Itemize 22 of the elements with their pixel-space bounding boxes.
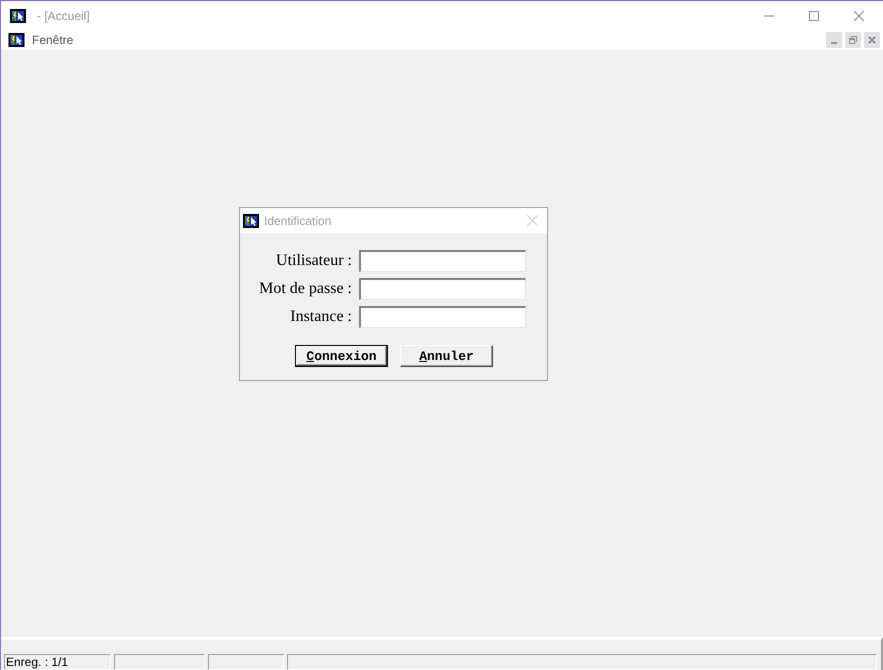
child-restore-button[interactable] [845,32,861,48]
input-field[interactable] [359,306,526,328]
close-icon [868,36,876,44]
dialog-button[interactable]: Connexion [295,345,388,367]
app-icon [243,212,259,228]
app-icon [10,8,26,24]
restore-icon [849,36,857,44]
status-pane: Enreg. : 1/1 [4,654,111,670]
close-icon[interactable] [527,215,538,226]
maximize-icon [808,10,818,20]
menu-item[interactable]: Fenêtre [32,33,74,47]
child-minimize-button[interactable] [826,32,842,48]
field-label: Mot de passe : [258,279,352,299]
child-close-button[interactable] [864,32,880,48]
window-title: - [Accueil] [37,8,90,22]
dialog-button[interactable]: Annuler [400,345,493,367]
dialog-title: Identification [264,214,332,228]
close-icon [854,10,864,20]
input-field[interactable] [359,250,526,272]
field-label: Instance : [289,307,352,327]
field-label: Utilisateur : [275,251,352,271]
input-field[interactable] [359,278,526,300]
